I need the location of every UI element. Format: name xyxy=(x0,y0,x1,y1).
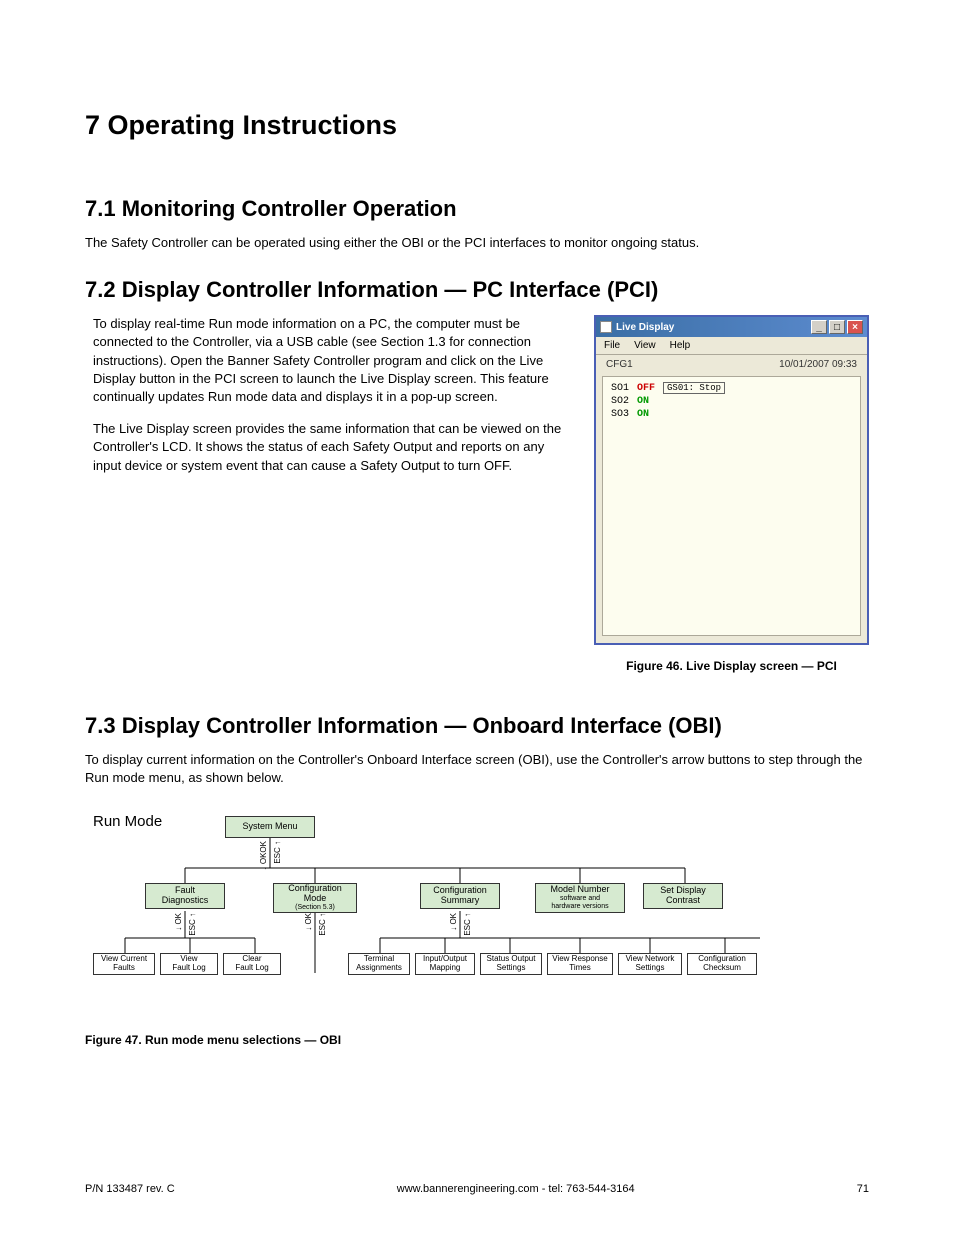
output-id: SO2 xyxy=(611,396,629,407)
node-view-response-times: View ResponseTimes xyxy=(547,953,613,975)
nav-ok-label: ↓ OK xyxy=(449,913,458,931)
menu-file[interactable]: File xyxy=(604,340,620,351)
output-state: OFF xyxy=(637,383,655,394)
node-model-number: Model Numbersoftware andhardware version… xyxy=(535,883,625,913)
figure-47-caption: Figure 47. Run mode menu selections — OB… xyxy=(85,1033,869,1047)
nav-esc-label: ESC ↑ xyxy=(188,913,197,936)
node-configuration-summary: ConfigurationSummary xyxy=(420,883,500,909)
node-configuration-checksum: ConfigurationChecksum xyxy=(687,953,757,975)
nav-esc-label: ESC ↑ xyxy=(273,841,282,864)
output-state: ON xyxy=(637,396,649,407)
section-7-2-para-1: To display real-time Run mode informatio… xyxy=(85,315,564,406)
nav-ok-label: ↓ OK xyxy=(174,913,183,931)
output-id: SO1 xyxy=(611,383,629,394)
output-row: SO2 ON xyxy=(611,396,852,407)
chapter-heading: 7 Operating Instructions xyxy=(85,110,869,141)
footer-part-number: P/N 133487 rev. C xyxy=(85,1183,175,1195)
node-status-output-settings: Status OutputSettings xyxy=(480,953,542,975)
section-7-3-body: To display current information on the Co… xyxy=(85,751,869,787)
footer-page-number: 71 xyxy=(857,1183,869,1195)
live-display-window: Live Display _ □ × File View Help CFG1 1… xyxy=(594,315,869,645)
section-7-2-para-2: The Live Display screen provides the sam… xyxy=(85,420,564,475)
node-configuration-mode: ConfigurationMode(Section 5.3) xyxy=(273,883,357,913)
section-7-2-heading: 7.2 Display Controller Information — PC … xyxy=(85,277,869,303)
node-view-current-faults: View CurrentFaults xyxy=(93,953,155,975)
live-display-body: SO1 OFF GS01: Stop SO2 ON SO3 ON xyxy=(602,376,861,636)
nav-ok-label: ↓ OK xyxy=(304,913,313,931)
figure-46-caption: Figure 46. Live Display screen — PCI xyxy=(594,659,869,673)
section-7-1-heading: 7.1 Monitoring Controller Operation xyxy=(85,196,869,222)
nav-ok-label: ↓ OKOK xyxy=(259,841,268,870)
window-titlebar: Live Display _ □ × xyxy=(596,317,867,337)
footer-url: www.bannerengineering.com - tel: 763-544… xyxy=(397,1183,635,1195)
maximize-button[interactable]: □ xyxy=(829,320,845,334)
section-7-1-body: The Safety Controller can be operated us… xyxy=(85,234,869,252)
window-title: Live Display xyxy=(616,322,674,333)
node-terminal-assignments: TerminalAssignments xyxy=(348,953,410,975)
nav-esc-label: ESC ↑ xyxy=(318,913,327,936)
timestamp: 10/01/2007 09:33 xyxy=(779,359,857,370)
menu-help[interactable]: Help xyxy=(670,340,691,351)
menu-view[interactable]: View xyxy=(634,340,656,351)
menu-diagram: ↓ OKOK ESC ↑ ↓ OK ESC ↑ ↓ OK ESC ↑ ↓ OK … xyxy=(85,813,785,1013)
node-set-display-contrast: Set DisplayContrast xyxy=(643,883,723,909)
node-view-network-settings: View NetworkSettings xyxy=(618,953,682,975)
node-io-mapping: Input/OutputMapping xyxy=(415,953,475,975)
output-row: SO3 ON xyxy=(611,409,852,420)
app-icon xyxy=(600,321,612,333)
output-state: ON xyxy=(637,409,649,420)
output-row: SO1 OFF GS01: Stop xyxy=(611,382,852,394)
nav-esc-label: ESC ↑ xyxy=(463,913,472,936)
node-fault-diagnostics: FaultDiagnostics xyxy=(145,883,225,909)
page-footer: P/N 133487 rev. C www.bannerengineering.… xyxy=(85,1183,869,1195)
config-name: CFG1 xyxy=(606,359,633,370)
output-tag: GS01: Stop xyxy=(663,382,725,394)
output-id: SO3 xyxy=(611,409,629,420)
node-clear-fault-log: ClearFault Log xyxy=(223,953,281,975)
menubar: File View Help xyxy=(596,337,867,355)
node-view-fault-log: ViewFault Log xyxy=(160,953,218,975)
minimize-button[interactable]: _ xyxy=(811,320,827,334)
node-system-menu: System Menu xyxy=(225,816,315,838)
close-button[interactable]: × xyxy=(847,320,863,334)
section-7-3-heading: 7.3 Display Controller Information — Onb… xyxy=(85,713,869,739)
